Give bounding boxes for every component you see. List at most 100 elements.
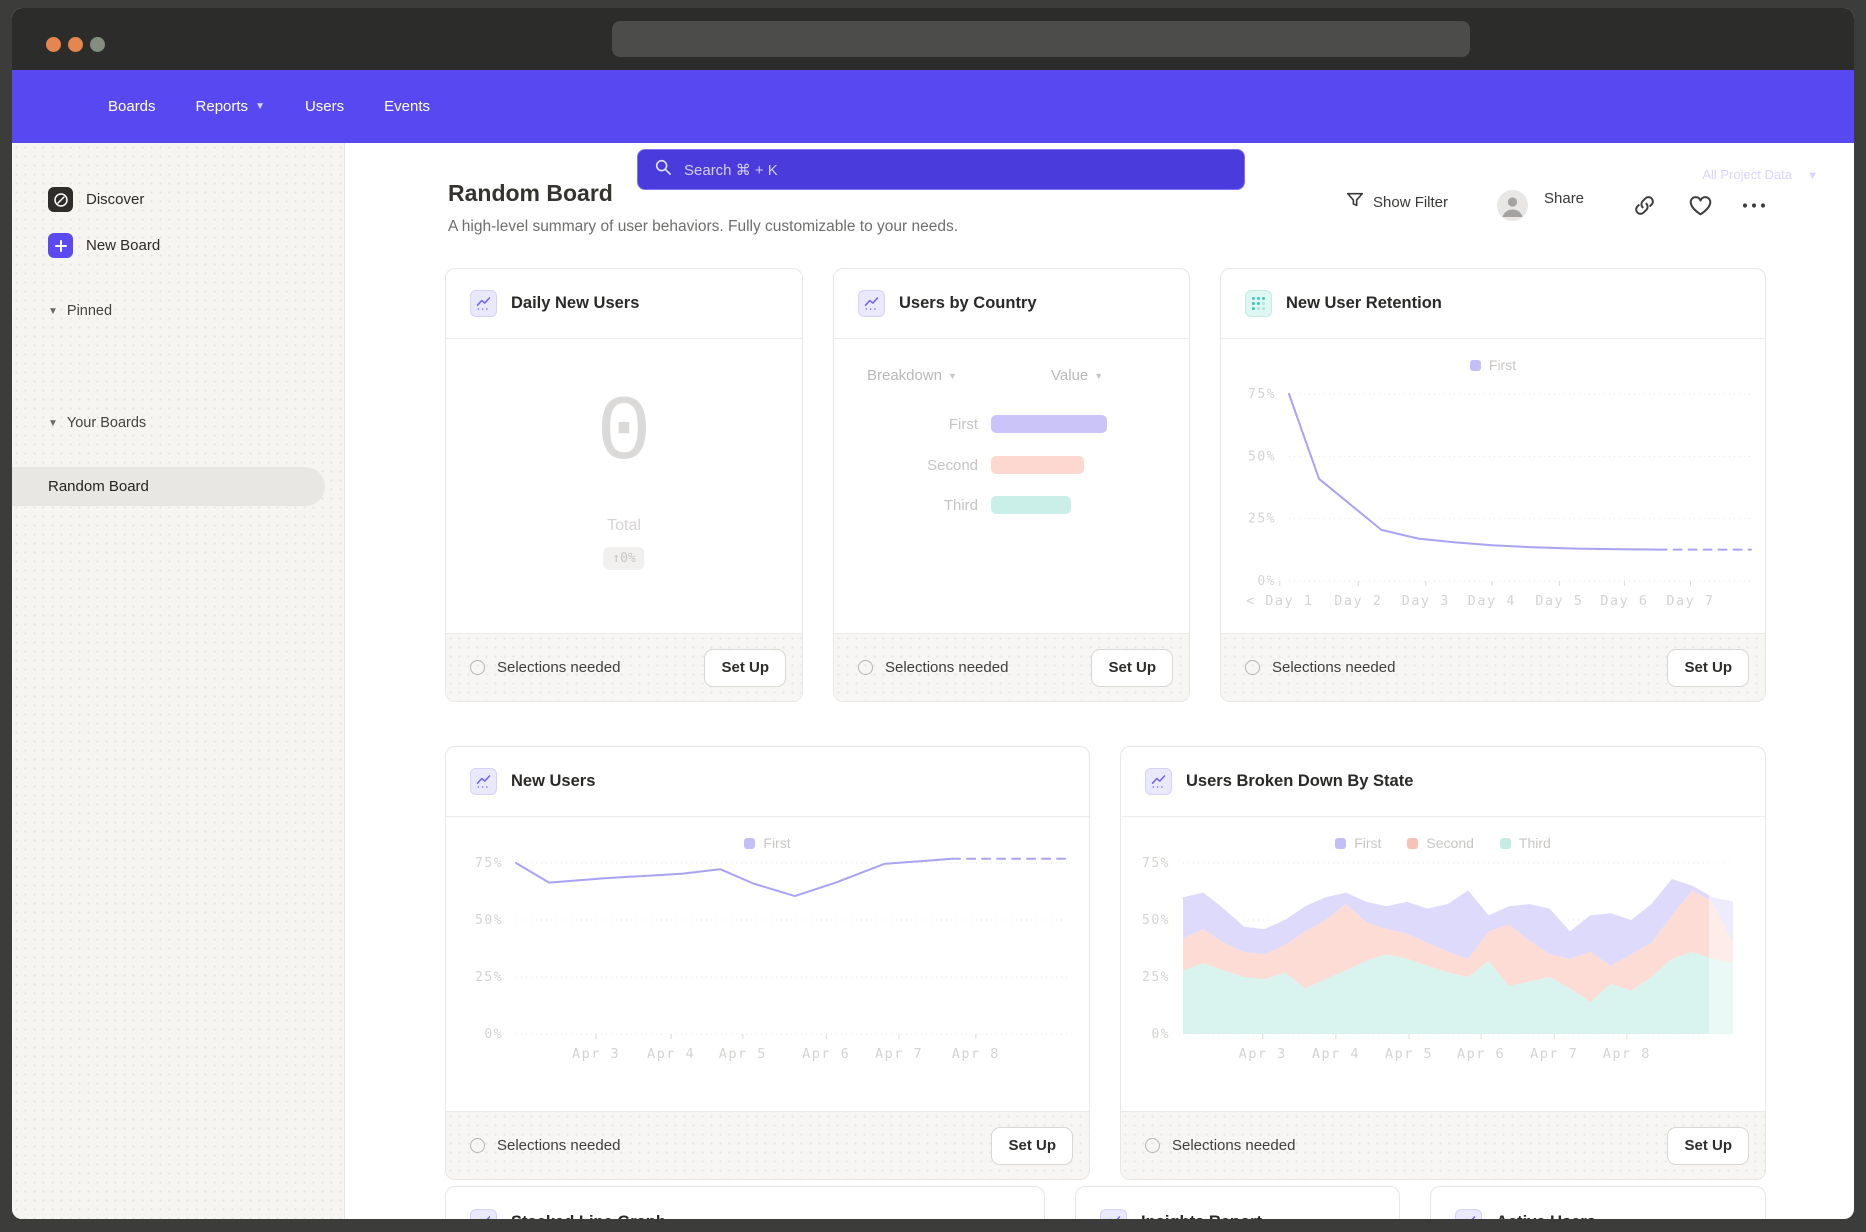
nav-item-reports[interactable]: Reports▼	[196, 98, 265, 115]
favorite-heart-icon[interactable]	[1688, 193, 1714, 219]
x-tick-label: Apr 7	[875, 1046, 923, 1062]
country-row: First	[834, 415, 1107, 433]
sidebar-item-new-board[interactable]: New Board	[48, 233, 160, 258]
nav-item-users[interactable]: Users	[305, 98, 344, 115]
card-footer: Selections needed Set Up	[1221, 633, 1765, 701]
nav-item-label: Users	[305, 98, 344, 115]
line-chart-icon	[1455, 1209, 1482, 1220]
org-name: Organization	[1702, 146, 1794, 166]
compass-icon	[48, 187, 73, 212]
card-title: Insights Report	[1141, 1213, 1262, 1220]
y-tick-label: 25%	[1142, 970, 1170, 985]
x-tick-label: Apr 7	[1530, 1046, 1578, 1062]
sidebar-section-your-boards[interactable]: ▼ Your Boards	[48, 415, 146, 431]
nav-item-label: Events	[384, 98, 430, 115]
set-up-button[interactable]: Set Up	[704, 649, 786, 687]
footer-status: Selections needed	[1272, 659, 1655, 676]
card-stacked-line-graph: Stacked Line Graph	[445, 1186, 1045, 1219]
card-active-users: Active Users	[1430, 1186, 1766, 1219]
avatar[interactable]	[1497, 190, 1528, 221]
footer-status: Selections needed	[1172, 1137, 1655, 1154]
show-filter-button[interactable]: Show Filter	[1345, 190, 1448, 214]
x-tick-label: Day 5	[1535, 593, 1583, 609]
apps-grid-icon[interactable]	[1483, 156, 1509, 182]
section-label: Pinned	[67, 303, 112, 319]
delta-badge: ↑0%	[603, 547, 644, 570]
copy-link-icon[interactable]	[1632, 193, 1658, 219]
card-users-by-state: Users Broken Down By State FirstSecondTh…	[1120, 746, 1766, 1180]
address-bar[interactable]	[612, 21, 1470, 57]
sidebar-item-label: New Board	[86, 237, 160, 254]
radio-circle-icon	[470, 660, 485, 675]
card-title: Active Users	[1496, 1213, 1596, 1220]
x-tick-label: Apr 5	[719, 1046, 767, 1062]
org-switcher[interactable]: Organization All Project Data	[1702, 146, 1794, 183]
dropdown-label: Value	[1051, 367, 1088, 384]
app-window: Boards Reports▼ Users Events Search ⌘ + K	[12, 8, 1854, 1219]
chevron-down-icon: ▼	[48, 418, 58, 429]
x-tick-label: Day 3	[1402, 593, 1450, 609]
filter-funnel-icon	[1345, 190, 1365, 214]
bar-label: Second	[834, 457, 991, 474]
nav-menu: Boards Reports▼ Users Events	[108, 70, 430, 143]
radio-circle-icon	[1245, 660, 1260, 675]
sidebar-section-pinned[interactable]: ▼ Pinned	[48, 303, 112, 319]
line-chart-icon	[858, 290, 885, 317]
card-footer: Selections needed Set Up	[446, 1111, 1089, 1179]
line-chart-icon	[470, 1209, 497, 1220]
share-button[interactable]: Share	[1544, 190, 1584, 207]
search-input[interactable]: Search ⌘ + K	[637, 149, 1245, 190]
card-users-by-country: Users by Country Breakdown ▼ Value ▼ Fir…	[833, 268, 1190, 702]
sidebar-item-random-board[interactable]: Random Board	[12, 467, 325, 506]
settings-gear-icon[interactable]	[1628, 156, 1654, 182]
x-tick-label: Apr 6	[1457, 1046, 1505, 1062]
help-icon[interactable]	[1556, 156, 1582, 182]
nav-item-boards[interactable]: Boards	[108, 98, 156, 115]
set-up-button[interactable]: Set Up	[1667, 1127, 1749, 1165]
y-tick-label: 50%	[475, 913, 503, 928]
set-up-button[interactable]: Set Up	[1667, 649, 1749, 687]
country-row: Third	[834, 496, 1071, 514]
more-options-icon[interactable]	[1740, 193, 1766, 219]
nav-item-events[interactable]: Events	[384, 98, 430, 115]
x-tick-label: < Day 1	[1246, 593, 1313, 609]
card-title: Stacked Line Graph	[511, 1213, 666, 1220]
value-dropdown[interactable]: Value ▼	[1051, 367, 1103, 384]
card-footer: Selections needed Set Up	[1121, 1111, 1765, 1179]
metric-label: Total	[446, 517, 802, 535]
fullscreen-window-icon[interactable]	[90, 37, 105, 52]
set-up-button[interactable]: Set Up	[1091, 649, 1173, 687]
bar	[991, 496, 1071, 514]
chevron-down-icon: ▼	[948, 371, 957, 381]
top-navbar: BoardsReports▼UsersEvents Search ⌘ + K	[12, 70, 1854, 143]
data-management-icon[interactable]	[1418, 156, 1444, 182]
minimize-window-icon[interactable]	[68, 37, 83, 52]
card-new-users: New Users First 75%50%25%0%Apr 3Apr 4Apr…	[445, 746, 1090, 1180]
set-up-button[interactable]: Set Up	[991, 1127, 1073, 1165]
chevron-down-icon: ▼	[48, 306, 58, 317]
chevron-down-icon: ▼	[255, 101, 265, 112]
x-tick-label: Apr 4	[647, 1046, 695, 1062]
metric-value: 0	[446, 381, 802, 486]
footer-status: Selections needed	[497, 1137, 979, 1154]
chevron-down-icon: ▼	[1094, 371, 1103, 381]
sidebar-item-discover[interactable]: Discover	[48, 187, 144, 212]
y-tick-label: 75%	[1142, 856, 1170, 871]
breakdown-dropdown[interactable]: Breakdown ▼	[867, 367, 957, 384]
board-item-label: Random Board	[48, 478, 149, 495]
card-title: Daily New Users	[511, 294, 639, 313]
page-subtitle: A high-level summary of user behaviors. …	[448, 218, 958, 236]
close-window-icon[interactable]	[46, 37, 61, 52]
plus-icon	[48, 233, 73, 258]
footer-status: Selections needed	[885, 659, 1079, 676]
y-tick-label: 75%	[475, 856, 503, 871]
x-tick-label: Apr 3	[572, 1046, 620, 1062]
share-label: Share	[1544, 190, 1584, 207]
x-tick-label: Apr 8	[1603, 1046, 1651, 1062]
x-tick-label: Apr 6	[802, 1046, 850, 1062]
dropdown-label: Breakdown	[867, 367, 942, 384]
x-tick-label: Apr 8	[952, 1046, 1000, 1062]
x-tick-label: Day 2	[1334, 593, 1382, 609]
x-tick-label: Apr 3	[1239, 1046, 1287, 1062]
card-daily-new-users: Daily New Users 0 Total ↑0% Selections n…	[445, 268, 803, 702]
